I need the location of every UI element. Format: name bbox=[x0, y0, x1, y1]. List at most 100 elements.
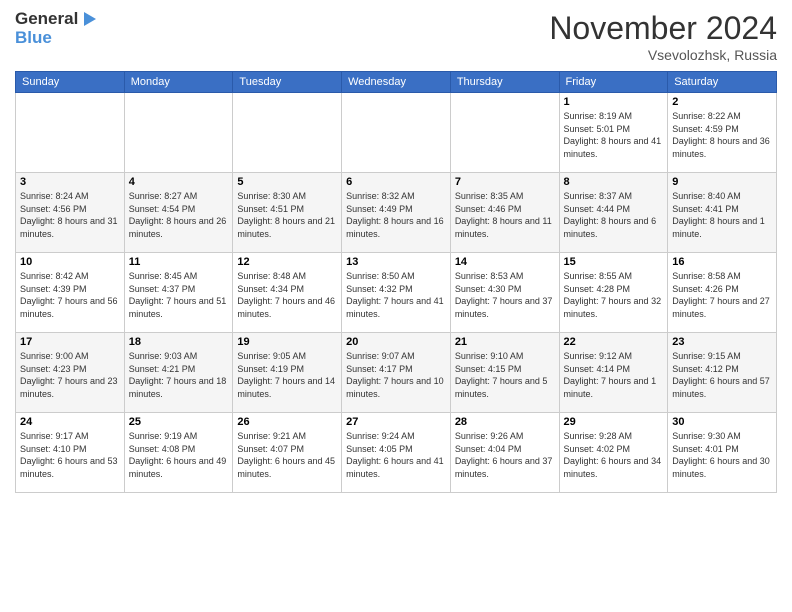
day-info: Sunrise: 9:07 AM Sunset: 4:17 PM Dayligh… bbox=[346, 350, 446, 400]
table-cell: 25 Sunrise: 9:19 AM Sunset: 4:08 PM Dayli… bbox=[124, 413, 233, 493]
day-number: 30 bbox=[672, 416, 772, 428]
table-cell: 13Sunrise: 8:50 AM Sunset: 4:32 PM Dayli… bbox=[342, 253, 451, 333]
table-cell: 3 Sunrise: 8:24 AM Sunset: 4:56 PM Daylig… bbox=[16, 173, 125, 253]
day-number: 15 bbox=[564, 256, 664, 268]
table-cell bbox=[233, 93, 342, 173]
day-number: 18 bbox=[129, 336, 229, 348]
day-info: Sunrise: 9:00 AM Sunset: 4:23 PM Dayligh… bbox=[20, 350, 120, 400]
calendar-header-row: Sunday Monday Tuesday Wednesday Thursday… bbox=[16, 72, 777, 93]
table-cell: 18 Sunrise: 9:03 AM Sunset: 4:21 PM Dayli… bbox=[124, 333, 233, 413]
col-saturday: Saturday bbox=[668, 72, 777, 93]
table-cell: 11Sunrise: 8:45 AM Sunset: 4:37 PM Dayli… bbox=[124, 253, 233, 333]
table-cell: 20Sunrise: 9:07 AM Sunset: 4:17 PM Dayli… bbox=[342, 333, 451, 413]
week-row-1: 3 Sunrise: 8:24 AM Sunset: 4:56 PM Daylig… bbox=[16, 173, 777, 253]
week-row-4: 24Sunrise: 9:17 AM Sunset: 4:10 PM Dayli… bbox=[16, 413, 777, 493]
col-monday: Monday bbox=[124, 72, 233, 93]
day-info: Sunrise: 9:21 AM Sunset: 4:07 PM Dayligh… bbox=[237, 430, 337, 480]
table-cell bbox=[342, 93, 451, 173]
title-area: November 2024 Vsevolozhsk, Russia bbox=[549, 10, 777, 63]
day-info: Sunrise: 8:58 AM Sunset: 4:26 PM Dayligh… bbox=[672, 270, 772, 320]
table-cell: 23Sunrise: 9:15 AM Sunset: 4:12 PM Dayli… bbox=[668, 333, 777, 413]
col-thursday: Thursday bbox=[450, 72, 559, 93]
week-row-3: 17Sunrise: 9:00 AM Sunset: 4:23 PM Dayli… bbox=[16, 333, 777, 413]
table-cell: 1Sunrise: 8:19 AM Sunset: 5:01 PM Daylig… bbox=[559, 93, 668, 173]
table-cell: 27 Sunrise: 9:24 AM Sunset: 4:05 PM Dayli… bbox=[342, 413, 451, 493]
day-info: Sunrise: 8:30 AM Sunset: 4:51 PM Dayligh… bbox=[237, 190, 337, 240]
month-title: November 2024 bbox=[549, 10, 777, 47]
day-info: Sunrise: 8:42 AM Sunset: 4:39 PM Dayligh… bbox=[20, 270, 120, 320]
day-number: 5 bbox=[237, 176, 337, 188]
day-number: 16 bbox=[672, 256, 772, 268]
logo-graphic: General Blue bbox=[15, 10, 98, 47]
table-cell: 12 Sunrise: 8:48 AM Sunset: 4:34 PM Dayli… bbox=[233, 253, 342, 333]
day-number: 19 bbox=[237, 336, 337, 348]
table-cell bbox=[16, 93, 125, 173]
day-number: 28 bbox=[455, 416, 555, 428]
day-info: Sunrise: 9:05 AM Sunset: 4:19 PM Dayligh… bbox=[237, 350, 337, 400]
table-cell: 7 Sunrise: 8:35 AM Sunset: 4:46 PM Daylig… bbox=[450, 173, 559, 253]
table-cell: 5 Sunrise: 8:30 AM Sunset: 4:51 PM Daylig… bbox=[233, 173, 342, 253]
table-cell: 28 Sunrise: 9:26 AM Sunset: 4:04 PM Dayli… bbox=[450, 413, 559, 493]
day-number: 25 bbox=[129, 416, 229, 428]
page: General Blue November 2024 Vsevolozhsk, … bbox=[0, 0, 792, 612]
day-number: 27 bbox=[346, 416, 446, 428]
day-number: 21 bbox=[455, 336, 555, 348]
day-info: Sunrise: 9:30 AM Sunset: 4:01 PM Dayligh… bbox=[672, 430, 772, 480]
day-number: 2 bbox=[672, 96, 772, 108]
day-info: Sunrise: 9:26 AM Sunset: 4:04 PM Dayligh… bbox=[455, 430, 555, 480]
day-info: Sunrise: 9:24 AM Sunset: 4:05 PM Dayligh… bbox=[346, 430, 446, 480]
day-number: 4 bbox=[129, 176, 229, 188]
day-info: Sunrise: 8:19 AM Sunset: 5:01 PM Dayligh… bbox=[564, 110, 664, 160]
day-number: 13 bbox=[346, 256, 446, 268]
table-cell: 24Sunrise: 9:17 AM Sunset: 4:10 PM Dayli… bbox=[16, 413, 125, 493]
day-info: Sunrise: 8:35 AM Sunset: 4:46 PM Dayligh… bbox=[455, 190, 555, 240]
table-cell: 22 Sunrise: 9:12 AM Sunset: 4:14 PM Dayli… bbox=[559, 333, 668, 413]
day-number: 3 bbox=[20, 176, 120, 188]
day-info: Sunrise: 8:55 AM Sunset: 4:28 PM Dayligh… bbox=[564, 270, 664, 320]
day-info: Sunrise: 8:48 AM Sunset: 4:34 PM Dayligh… bbox=[237, 270, 337, 320]
day-info: Sunrise: 8:27 AM Sunset: 4:54 PM Dayligh… bbox=[129, 190, 229, 240]
table-cell: 26 Sunrise: 9:21 AM Sunset: 4:07 PM Dayli… bbox=[233, 413, 342, 493]
col-sunday: Sunday bbox=[16, 72, 125, 93]
day-info: Sunrise: 8:37 AM Sunset: 4:44 PM Dayligh… bbox=[564, 190, 664, 240]
day-info: Sunrise: 8:32 AM Sunset: 4:49 PM Dayligh… bbox=[346, 190, 446, 240]
day-info: Sunrise: 9:12 AM Sunset: 4:14 PM Dayligh… bbox=[564, 350, 664, 400]
day-number: 9 bbox=[672, 176, 772, 188]
day-number: 22 bbox=[564, 336, 664, 348]
day-info: Sunrise: 9:19 AM Sunset: 4:08 PM Dayligh… bbox=[129, 430, 229, 480]
week-row-2: 10 Sunrise: 8:42 AM Sunset: 4:39 PM Dayli… bbox=[16, 253, 777, 333]
day-number: 7 bbox=[455, 176, 555, 188]
table-cell: 15 Sunrise: 8:55 AM Sunset: 4:28 PM Dayli… bbox=[559, 253, 668, 333]
col-friday: Friday bbox=[559, 72, 668, 93]
table-cell: 17Sunrise: 9:00 AM Sunset: 4:23 PM Dayli… bbox=[16, 333, 125, 413]
col-wednesday: Wednesday bbox=[342, 72, 451, 93]
day-info: Sunrise: 8:53 AM Sunset: 4:30 PM Dayligh… bbox=[455, 270, 555, 320]
day-number: 14 bbox=[455, 256, 555, 268]
location: Vsevolozhsk, Russia bbox=[549, 47, 777, 63]
day-info: Sunrise: 9:28 AM Sunset: 4:02 PM Dayligh… bbox=[564, 430, 664, 480]
header: General Blue November 2024 Vsevolozhsk, … bbox=[15, 10, 777, 63]
week-row-0: 1Sunrise: 8:19 AM Sunset: 5:01 PM Daylig… bbox=[16, 93, 777, 173]
table-cell: 16 Sunrise: 8:58 AM Sunset: 4:26 PM Dayli… bbox=[668, 253, 777, 333]
logo-text-blue: Blue bbox=[15, 29, 98, 48]
day-info: Sunrise: 9:17 AM Sunset: 4:10 PM Dayligh… bbox=[20, 430, 120, 480]
day-number: 12 bbox=[237, 256, 337, 268]
table-cell: 19 Sunrise: 9:05 AM Sunset: 4:19 PM Dayli… bbox=[233, 333, 342, 413]
table-cell: 10 Sunrise: 8:42 AM Sunset: 4:39 PM Dayli… bbox=[16, 253, 125, 333]
day-info: Sunrise: 8:24 AM Sunset: 4:56 PM Dayligh… bbox=[20, 190, 120, 240]
table-cell: 30 Sunrise: 9:30 AM Sunset: 4:01 PM Dayli… bbox=[668, 413, 777, 493]
table-cell: 6Sunrise: 8:32 AM Sunset: 4:49 PM Daylig… bbox=[342, 173, 451, 253]
day-info: Sunrise: 8:22 AM Sunset: 4:59 PM Dayligh… bbox=[672, 110, 772, 160]
logo-arrow-icon bbox=[80, 10, 98, 28]
day-number: 8 bbox=[564, 176, 664, 188]
day-info: Sunrise: 8:45 AM Sunset: 4:37 PM Dayligh… bbox=[129, 270, 229, 320]
day-info: Sunrise: 9:03 AM Sunset: 4:21 PM Dayligh… bbox=[129, 350, 229, 400]
table-cell: 14 Sunrise: 8:53 AM Sunset: 4:30 PM Dayli… bbox=[450, 253, 559, 333]
logo: General Blue bbox=[15, 10, 98, 47]
day-number: 26 bbox=[237, 416, 337, 428]
day-info: Sunrise: 9:15 AM Sunset: 4:12 PM Dayligh… bbox=[672, 350, 772, 400]
table-cell: 8 Sunrise: 8:37 AM Sunset: 4:44 PM Daylig… bbox=[559, 173, 668, 253]
day-number: 10 bbox=[20, 256, 120, 268]
day-info: Sunrise: 8:40 AM Sunset: 4:41 PM Dayligh… bbox=[672, 190, 772, 240]
table-cell bbox=[450, 93, 559, 173]
